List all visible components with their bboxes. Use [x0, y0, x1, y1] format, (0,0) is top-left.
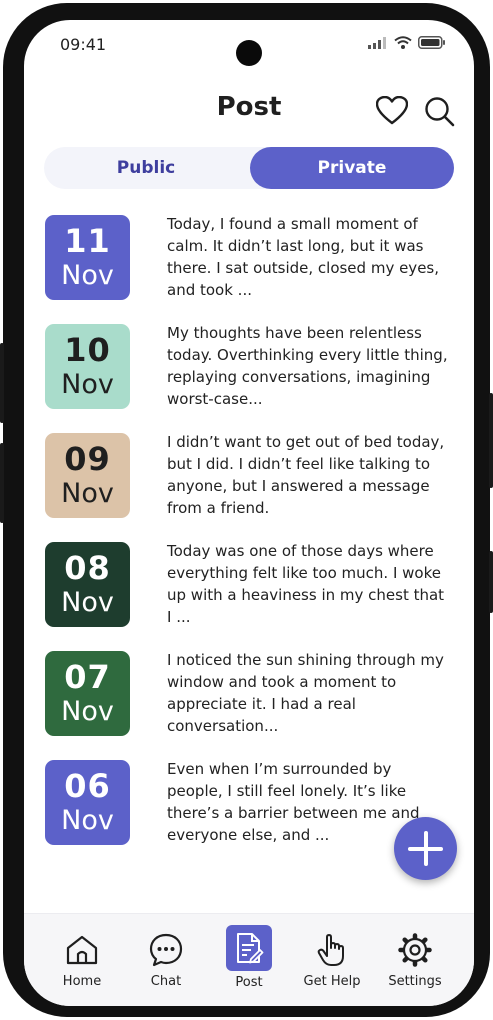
wifi-icon [394, 36, 412, 49]
date-month: Nov [61, 478, 114, 509]
tab-public[interactable]: Public [44, 147, 248, 189]
action-button [0, 343, 4, 423]
date-day: 10 [64, 331, 111, 369]
nav-home[interactable]: Home [42, 914, 122, 989]
date-month: Nov [61, 805, 114, 836]
post-preview: My thoughts have been relentless today. … [167, 324, 448, 408]
date-day: 08 [64, 549, 111, 587]
list-item[interactable]: 09 Nov I didn’t want to get out of bed t… [24, 431, 474, 540]
nav-home-label: Home [62, 974, 102, 989]
post-preview: Today, I found a small moment of calm. I… [167, 215, 439, 299]
date-day: 09 [64, 440, 111, 478]
date-badge: 06 Nov [45, 760, 130, 845]
phone-frame: 09:41 Post Public Private 11 Nov Today, … [0, 3, 493, 1017]
list-item[interactable]: 10 Nov My thoughts have been relentless … [24, 322, 474, 431]
bottom-nav: Home Chat Post Get Help Settings [24, 913, 474, 1006]
chat-icon [149, 933, 183, 967]
nav-post[interactable]: Post [209, 914, 289, 990]
nav-post-label: Post [235, 975, 263, 990]
front-camera [236, 40, 262, 66]
tab-private[interactable]: Private [250, 147, 454, 189]
nav-post-highlight [226, 925, 272, 971]
status-time: 09:41 [60, 35, 107, 54]
power-button [489, 393, 493, 488]
nav-get-help-label: Get Help [303, 974, 361, 989]
date-day: 07 [64, 658, 111, 696]
date-badge: 10 Nov [45, 324, 130, 409]
hand-pointer-icon [317, 934, 344, 966]
side-button [489, 551, 493, 613]
visibility-tabs: Public Private [44, 147, 454, 189]
home-icon [66, 935, 98, 965]
date-badge: 09 Nov [45, 433, 130, 518]
nav-chat[interactable]: Chat [126, 914, 206, 989]
date-month: Nov [61, 587, 114, 618]
nav-get-help[interactable]: Get Help [292, 914, 372, 989]
post-icon [237, 933, 264, 964]
date-month: Nov [61, 369, 114, 400]
gear-icon [398, 933, 432, 967]
search-icon[interactable] [424, 96, 456, 128]
nav-chat-label: Chat [150, 974, 182, 989]
post-preview: I didn’t want to get out of bed today, b… [167, 433, 445, 517]
status-icons [368, 36, 446, 49]
date-day: 11 [64, 222, 111, 260]
heart-icon[interactable] [376, 96, 408, 126]
list-item[interactable]: 08 Nov Today was one of those days where… [24, 540, 474, 649]
post-list: 11 Nov Today, I found a small moment of … [24, 213, 474, 867]
app-screen: 09:41 Post Public Private 11 Nov Today, … [24, 20, 474, 1006]
nav-settings[interactable]: Settings [375, 914, 455, 989]
date-badge: 07 Nov [45, 651, 130, 736]
date-month: Nov [61, 260, 114, 291]
date-day: 06 [64, 767, 111, 805]
signal-icon [368, 36, 386, 49]
date-month: Nov [61, 696, 114, 727]
post-preview: I noticed the sun shining through my win… [167, 651, 444, 735]
post-preview: Today was one of those days where everyt… [167, 542, 445, 626]
nav-settings-label: Settings [388, 974, 442, 989]
add-post-button[interactable] [394, 817, 457, 880]
list-item[interactable]: 11 Nov Today, I found a small moment of … [24, 213, 474, 322]
date-badge: 11 Nov [45, 215, 130, 300]
volume-button [0, 443, 4, 523]
list-item[interactable]: 07 Nov I noticed the sun shining through… [24, 649, 474, 758]
battery-icon [418, 36, 445, 49]
date-badge: 08 Nov [45, 542, 130, 627]
